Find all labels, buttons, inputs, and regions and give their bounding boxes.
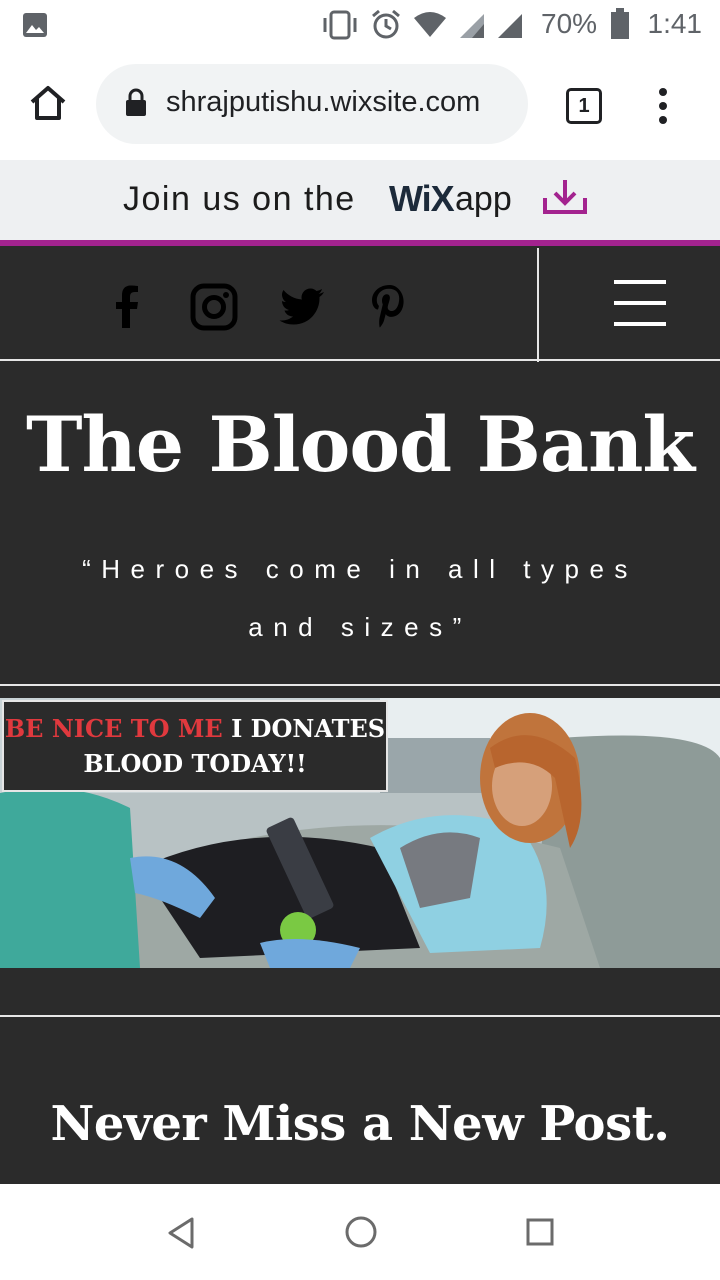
banner-app-text: app — [455, 180, 512, 218]
twitter-icon[interactable] — [277, 282, 327, 332]
battery-icon — [611, 8, 629, 39]
address-bar[interactable]: shrajputishu.wixsite.com — [96, 64, 528, 144]
back-icon[interactable] — [166, 1216, 196, 1250]
home-icon[interactable] — [28, 84, 68, 122]
image-icon — [23, 13, 47, 37]
more-icon[interactable] — [656, 86, 670, 126]
tagline: “Heroes come in all types and sizes” — [40, 540, 680, 656]
instagram-icon[interactable] — [189, 282, 239, 332]
tabs-icon[interactable]: 1 — [566, 88, 602, 124]
vibrate-icon — [323, 10, 357, 40]
header-bottom-line — [0, 359, 720, 361]
pinterest-icon[interactable] — [364, 282, 414, 332]
system-nav-bar — [0, 1184, 720, 1280]
caption-red-text: BE NICE TO ME — [4, 714, 223, 743]
section-divider-2 — [0, 1015, 720, 1017]
newsletter-title: Never Miss a New Post. — [50, 1096, 670, 1152]
site-title: The Blood Bank — [25, 400, 695, 489]
facebook-icon[interactable] — [102, 282, 152, 332]
tagline-line-2: and sizes” — [248, 612, 472, 642]
download-icon[interactable] — [541, 178, 589, 218]
section-divider — [0, 684, 720, 686]
wix-logo: WiX — [389, 178, 455, 219]
signal-icon — [498, 14, 522, 38]
recents-icon[interactable] — [526, 1218, 554, 1246]
wifi-icon — [414, 12, 446, 37]
image-caption: BE NICE TO ME I DONATES BLOOD TODAY!! — [2, 700, 388, 792]
browser-toolbar: shrajputishu.wixsite.com 1 — [0, 52, 720, 160]
url-text[interactable]: shrajputishu.wixsite.com — [166, 86, 516, 119]
battery-percent: 70% — [541, 8, 598, 39]
home-circle-icon[interactable] — [344, 1215, 378, 1249]
signal-icon — [460, 14, 484, 38]
site-header — [0, 246, 720, 362]
alarm-icon — [372, 9, 400, 39]
header-divider — [537, 248, 539, 362]
banner-text: Join us on the — [123, 180, 356, 218]
clock: 1:41 — [647, 8, 703, 39]
wix-app-banner[interactable]: Join us on the WiX app — [0, 160, 720, 246]
lock-icon — [126, 88, 146, 116]
status-bar: 70% 1:41 — [0, 0, 720, 52]
tagline-line-1: “Heroes come in all types — [82, 554, 638, 584]
hamburger-icon[interactable] — [614, 280, 666, 326]
